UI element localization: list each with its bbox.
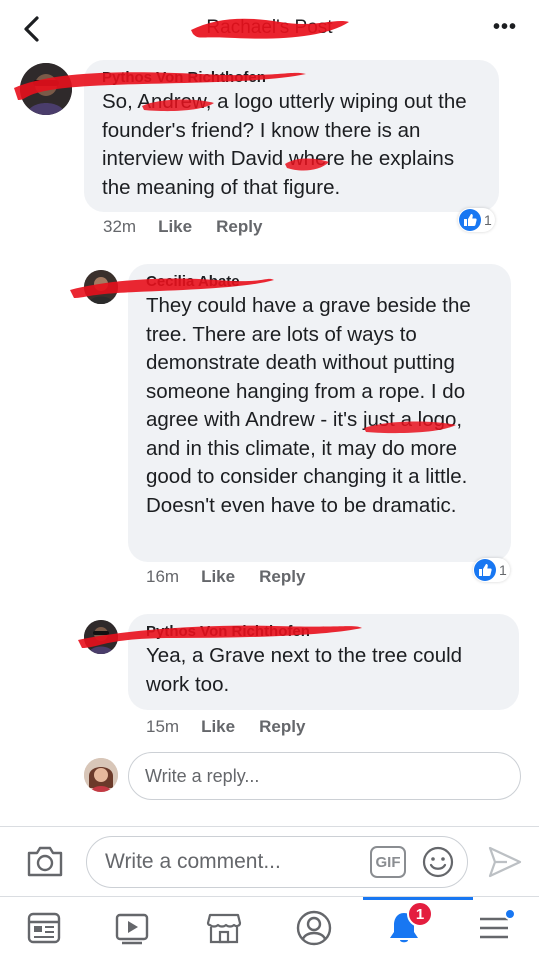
- comment-actions: 16m Like Reply: [146, 567, 305, 587]
- notification-badge: 1: [407, 901, 433, 927]
- reaction-summary[interactable]: 1: [473, 558, 510, 582]
- reaction-summary[interactable]: 1: [458, 208, 495, 232]
- tab-profile[interactable]: [292, 906, 336, 950]
- comment-time: 16m: [146, 567, 180, 586]
- more-options-button[interactable]: •••: [493, 16, 517, 39]
- current-user-avatar: [84, 758, 118, 792]
- gif-button[interactable]: GIF: [370, 846, 406, 878]
- reaction-count: 1: [499, 562, 507, 578]
- news-feed-icon: [27, 912, 61, 944]
- tab-watch[interactable]: [110, 906, 154, 950]
- active-tab-indicator: [363, 897, 473, 900]
- like-thumb-icon: [459, 209, 481, 231]
- like-button[interactable]: Like: [158, 217, 192, 237]
- redaction-mark: [285, 158, 329, 171]
- camera-button[interactable]: [26, 843, 64, 879]
- tab-news-feed[interactable]: [22, 906, 66, 950]
- redaction-mark: [78, 625, 362, 648]
- like-thumb-icon: [474, 559, 496, 581]
- redaction-mark: [142, 99, 214, 112]
- send-icon: [488, 846, 522, 878]
- camera-icon: [27, 846, 63, 877]
- reply-button[interactable]: Reply: [259, 717, 305, 737]
- redaction-mark: [364, 421, 456, 434]
- comment-input[interactable]: Write a comment...: [86, 836, 468, 888]
- comment-bubble[interactable]: Cecilia Abate They could have a grave be…: [128, 264, 511, 562]
- comment-time: 32m: [103, 217, 137, 236]
- like-button[interactable]: Like: [201, 567, 235, 587]
- bottom-tab-bar: [0, 897, 539, 960]
- menu-update-dot: [504, 908, 516, 920]
- reply-button[interactable]: Reply: [259, 567, 305, 587]
- divider: [0, 826, 539, 827]
- comment-text: They could have a grave beside the tree.…: [146, 294, 471, 517]
- marketplace-icon: [206, 913, 242, 944]
- comment-text: Yea, a Grave next to the tree could work…: [146, 644, 463, 696]
- profile-icon: [296, 910, 332, 946]
- emoji-icon: [422, 846, 454, 878]
- comment-time: 15m: [146, 717, 180, 736]
- emoji-button[interactable]: [421, 845, 455, 879]
- tab-marketplace[interactable]: [202, 906, 246, 950]
- send-button[interactable]: [487, 845, 523, 879]
- reply-button[interactable]: Reply: [216, 217, 262, 237]
- redaction-mark: [191, 18, 349, 39]
- reaction-count: 1: [484, 212, 492, 228]
- watch-icon: [115, 913, 149, 945]
- redaction-mark: [70, 278, 274, 298]
- comment-actions: 15m Like Reply: [146, 717, 305, 737]
- reply-input[interactable]: Write a reply...: [128, 752, 521, 800]
- comment-actions: 32m Like Reply: [103, 217, 262, 237]
- like-button[interactable]: Like: [201, 717, 235, 737]
